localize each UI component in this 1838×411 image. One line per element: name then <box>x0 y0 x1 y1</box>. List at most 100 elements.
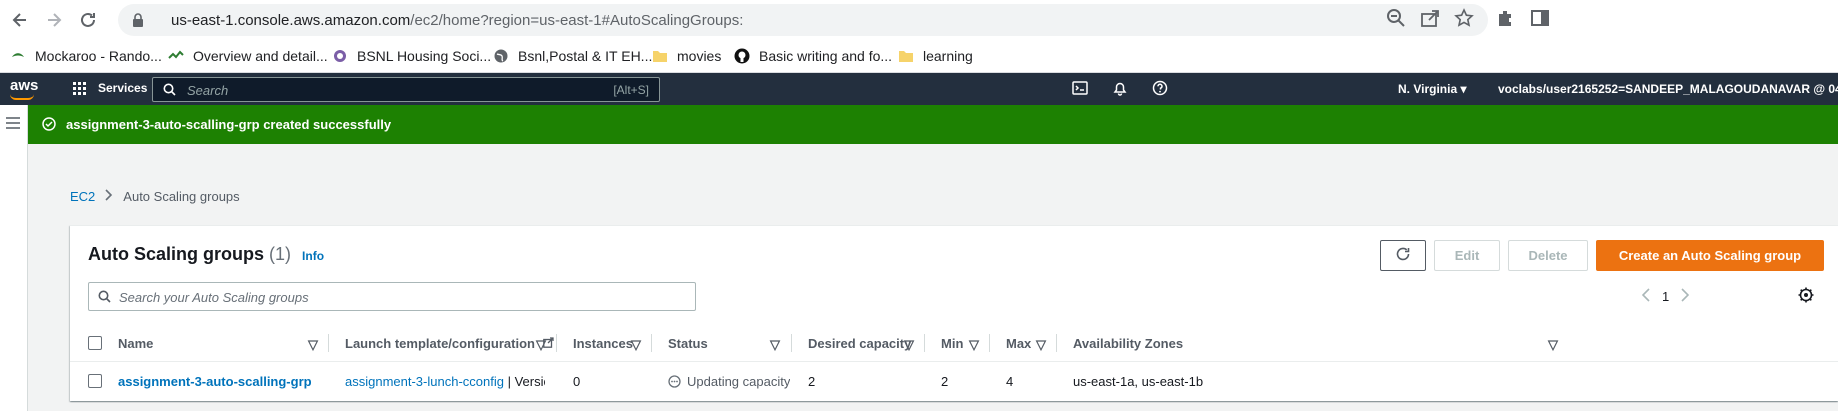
bookmark-bsnl-postal[interactable]: Bsnl,Postal & IT EH... <box>493 48 652 64</box>
column-divider[interactable] <box>791 334 792 352</box>
flash-message: assignment-3-auto-scalling-grp created s… <box>66 117 392 132</box>
sort-caret-icon[interactable]: ▽ <box>969 337 979 353</box>
services-label: Services <box>98 81 148 95</box>
column-availability-zones[interactable]: Availability Zones <box>1073 336 1183 351</box>
region-selector[interactable]: N. Virginia ▾ <box>1398 82 1467 96</box>
bookmark-mockaroo[interactable]: Mockaroo - Rando... <box>10 48 162 64</box>
bookmark-label: Mockaroo - Rando... <box>35 48 162 64</box>
launch-config-link[interactable]: assignment-3-lunch-cconfig <box>345 374 504 389</box>
sort-caret-icon[interactable]: ▽ <box>770 337 780 353</box>
column-instances[interactable]: Instances <box>573 336 633 351</box>
extensions-icon[interactable] <box>1496 8 1516 31</box>
bookmark-github[interactable]: Basic writing and fo... <box>734 48 892 64</box>
aws-search-input[interactable]: Search [Alt+S] <box>152 77 660 102</box>
prev-page-icon[interactable] <box>1641 288 1650 305</box>
refresh-icon <box>1395 246 1411 265</box>
housing-logo-icon <box>332 48 348 64</box>
folder-icon <box>898 48 914 64</box>
column-divider[interactable] <box>328 334 329 352</box>
current-page[interactable]: 1 <box>1662 289 1669 304</box>
search-icon <box>98 290 111 306</box>
status-cell: Updating capacity... <box>668 374 790 389</box>
side-panel-icon[interactable] <box>1530 8 1550 31</box>
share-icon[interactable] <box>1420 8 1440 31</box>
sort-caret-icon[interactable]: ▽ <box>308 337 318 353</box>
column-name[interactable]: Name <box>118 336 153 351</box>
group-name-link[interactable]: assignment-3-auto-scalling-grp <box>118 374 318 389</box>
notifications-bell-icon[interactable] <box>1112 80 1128 99</box>
column-desired-capacity[interactable]: Desired capacity <box>808 336 911 351</box>
search-placeholder: Search <box>187 83 229 98</box>
breadcrumb: EC2 Auto Scaling groups <box>70 189 240 204</box>
grid-icon <box>73 81 86 95</box>
account-menu[interactable]: voclabs/user2165252=SANDEEP_MALAGOUDANAV… <box>1498 82 1838 96</box>
reload-icon[interactable] <box>76 8 100 32</box>
table-row[interactable]: assignment-3-auto-scalling-grp assignmen… <box>70 362 1838 400</box>
sort-caret-icon[interactable]: ▽ <box>536 337 546 353</box>
bookmark-overview[interactable]: Overview and detail... <box>168 48 328 64</box>
breadcrumb-current: Auto Scaling groups <box>123 189 240 204</box>
refresh-button[interactable] <box>1380 240 1426 271</box>
region-label: N. Virginia <box>1398 82 1458 96</box>
pagination: 1 <box>1630 288 1701 305</box>
delete-button[interactable]: Delete <box>1508 240 1588 271</box>
breadcrumb-ec2-link[interactable]: EC2 <box>70 189 95 204</box>
instances-value: 0 <box>573 374 581 389</box>
row-checkbox[interactable] <box>88 374 102 388</box>
mockaroo-icon <box>10 48 26 64</box>
launch-version-text: | Version Defa <box>507 374 545 389</box>
bookmark-label: Bsnl,Postal & IT EH... <box>518 48 653 64</box>
column-launch-label: Launch template/configuration <box>345 336 535 351</box>
column-divider[interactable] <box>651 334 652 352</box>
availability-zones-value: us-east-1a, us-east-1b <box>1073 374 1204 389</box>
aws-top-nav: aws Services Search [Alt+S] N. Virginia … <box>0 73 1838 105</box>
sort-caret-icon[interactable]: ▽ <box>1036 337 1046 353</box>
address-bar[interactable]: us-east-1.console.aws.amazon.com/ec2/hom… <box>118 4 1488 36</box>
cloudshell-icon[interactable] <box>1072 80 1088 99</box>
in-progress-icon <box>668 375 681 388</box>
column-max[interactable]: Max <box>1006 336 1031 351</box>
column-divider[interactable] <box>556 334 557 352</box>
column-divider[interactable] <box>989 334 990 352</box>
site-logo-icon <box>168 48 184 64</box>
next-page-icon[interactable] <box>1681 288 1690 305</box>
sort-caret-icon[interactable]: ▽ <box>1548 337 1558 353</box>
bookmark-folder-learning[interactable]: learning <box>898 48 973 64</box>
github-icon <box>734 48 750 64</box>
search-icon <box>163 83 176 99</box>
services-menu[interactable]: Services <box>73 81 147 95</box>
bookmark-label: Overview and detail... <box>193 48 328 64</box>
bookmark-label: BSNL Housing Soci... <box>357 48 492 64</box>
gear-icon[interactable] <box>1798 287 1814 306</box>
search-shortcut: [Alt+S] <box>613 83 649 97</box>
info-link[interactable]: Info <box>302 249 324 263</box>
lock-icon[interactable] <box>132 13 144 30</box>
help-icon[interactable] <box>1152 80 1168 99</box>
bookmark-label: Basic writing and fo... <box>759 48 893 64</box>
back-arrow-icon[interactable] <box>8 8 32 32</box>
status-text: Updating capacity... <box>687 374 790 389</box>
column-divider[interactable] <box>1056 334 1057 352</box>
aws-smile-logo <box>10 94 34 100</box>
bookmark-bsnl-housing[interactable]: BSNL Housing Soci... <box>332 48 491 64</box>
aws-logo[interactable]: aws <box>10 77 38 94</box>
edit-button[interactable]: Edit <box>1434 240 1500 271</box>
browser-toolbar: us-east-1.console.aws.amazon.com/ec2/hom… <box>0 0 1838 40</box>
column-launch-template[interactable]: Launch template/configuration <box>345 336 554 351</box>
bookmark-folder-movies[interactable]: movies <box>652 48 721 64</box>
auto-scaling-groups-panel: Auto Scaling groups (1) Info Edit Delete… <box>70 225 1838 401</box>
column-divider[interactable] <box>924 334 925 352</box>
sort-caret-icon[interactable]: ▽ <box>904 337 914 353</box>
table-search-input[interactable]: Search your Auto Scaling groups <box>88 282 696 311</box>
column-min[interactable]: Min <box>941 336 963 351</box>
select-all-checkbox[interactable] <box>88 336 102 350</box>
zoom-icon[interactable] <box>1386 8 1406 31</box>
column-status[interactable]: Status <box>668 336 708 351</box>
bookmark-star-icon[interactable] <box>1454 8 1474 31</box>
hamburger-menu-icon[interactable] <box>6 117 20 132</box>
create-auto-scaling-group-button[interactable]: Create an Auto Scaling group <box>1596 240 1824 271</box>
launch-config-cell: assignment-3-lunch-cconfig | Version Def… <box>345 374 545 389</box>
sort-caret-icon[interactable]: ▽ <box>631 337 641 353</box>
forward-arrow-icon[interactable] <box>42 8 66 32</box>
side-navigation-rail <box>0 105 28 411</box>
